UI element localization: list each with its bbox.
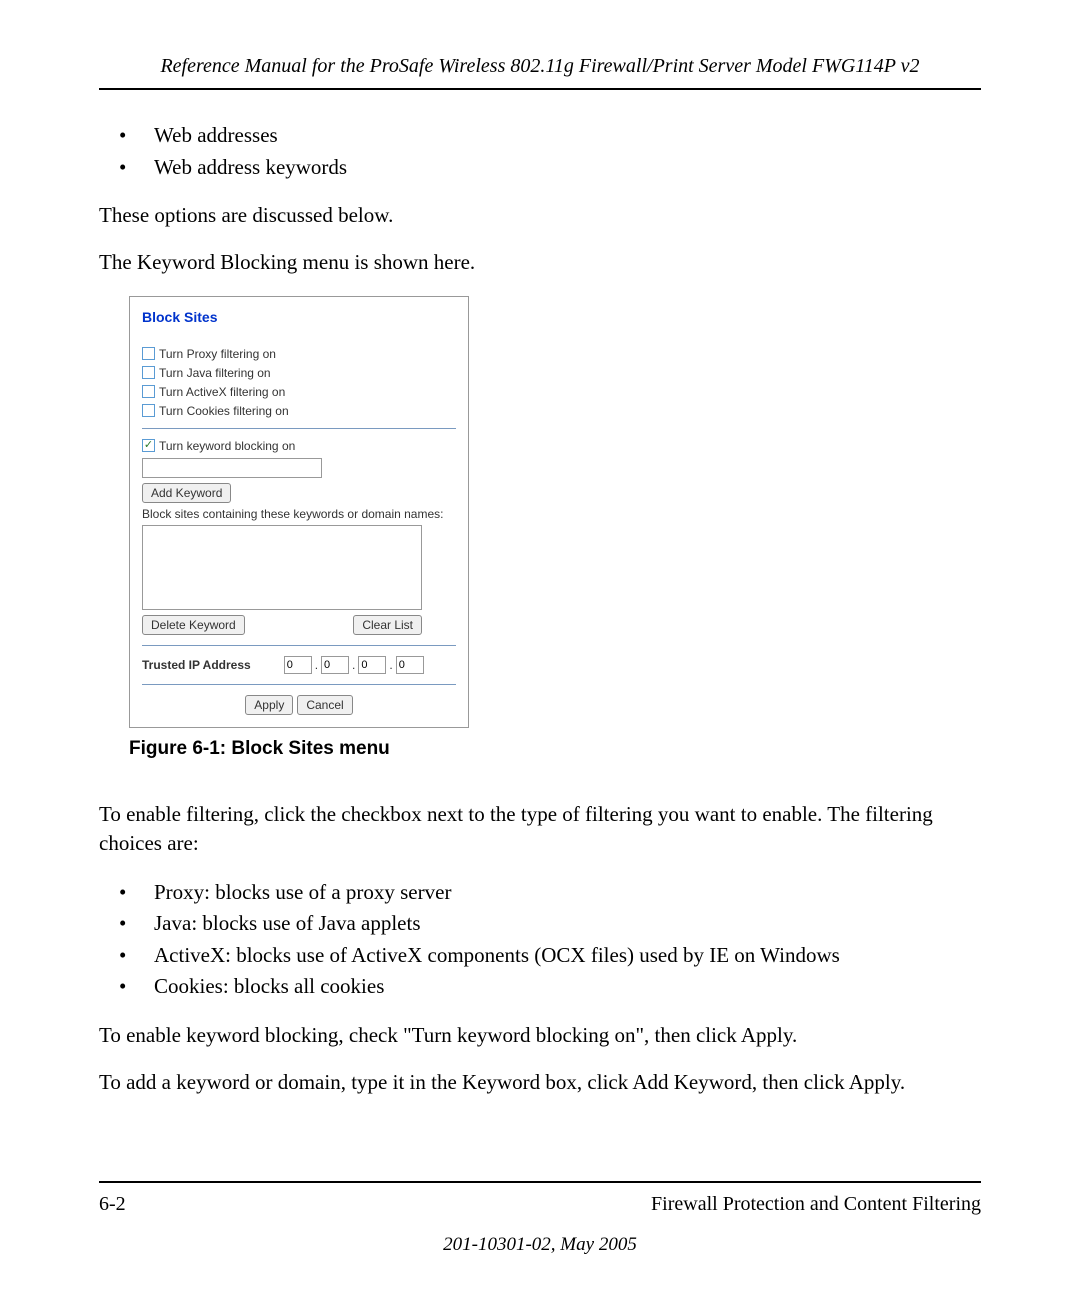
trusted-ip-label: Trusted IP Address	[142, 658, 251, 672]
delete-keyword-button[interactable]: Delete Keyword	[142, 615, 245, 635]
body-paragraph: The Keyword Blocking menu is shown here.	[99, 248, 981, 277]
list-item: Web address keywords	[134, 152, 981, 184]
ip-dot: .	[315, 658, 318, 672]
body-paragraph: To add a keyword or domain, type it in t…	[99, 1068, 981, 1097]
list-item: Java: blocks use of Java applets	[134, 908, 981, 940]
page-footer: 6-2 Firewall Protection and Content Filt…	[99, 1181, 981, 1256]
list-item: Proxy: blocks use of a proxy server	[134, 877, 981, 909]
section-divider	[142, 645, 456, 646]
keyword-blocking-checkbox[interactable]	[142, 439, 155, 452]
list-item: Web addresses	[134, 120, 981, 152]
section-divider	[142, 684, 456, 685]
screenshot-title: Block Sites	[142, 309, 456, 325]
checkbox-label: Turn Cookies filtering on	[159, 404, 289, 418]
filtering-choices-list: Proxy: blocks use of a proxy server Java…	[134, 877, 981, 1003]
java-filtering-checkbox[interactable]	[142, 366, 155, 379]
checkbox-label: Turn Proxy filtering on	[159, 347, 276, 361]
section-divider	[142, 428, 456, 429]
ip-dot: .	[352, 658, 355, 672]
checkbox-label: Turn Java filtering on	[159, 366, 271, 380]
list-item: ActiveX: blocks use of ActiveX component…	[134, 940, 981, 972]
ip-dot: .	[389, 658, 392, 672]
checkbox-label: Turn keyword blocking on	[159, 439, 295, 453]
ip-octet-1[interactable]	[284, 656, 312, 674]
add-keyword-button[interactable]: Add Keyword	[142, 483, 231, 503]
keyword-listbox[interactable]	[142, 525, 422, 610]
block-sites-label: Block sites containing these keywords or…	[142, 507, 456, 521]
clear-list-button[interactable]: Clear List	[353, 615, 422, 635]
ip-octet-4[interactable]	[396, 656, 424, 674]
keyword-input[interactable]	[142, 458, 322, 478]
activex-filtering-checkbox[interactable]	[142, 385, 155, 398]
ip-octet-3[interactable]	[358, 656, 386, 674]
cookies-filtering-checkbox[interactable]	[142, 404, 155, 417]
cancel-button[interactable]: Cancel	[297, 695, 352, 715]
body-paragraph: To enable keyword blocking, check "Turn …	[99, 1021, 981, 1050]
apply-button[interactable]: Apply	[245, 695, 293, 715]
ip-octet-2[interactable]	[321, 656, 349, 674]
page-number: 6-2	[99, 1193, 126, 1216]
block-sites-screenshot: Block Sites Turn Proxy filtering on Turn…	[129, 296, 469, 728]
figure-caption: Figure 6-1: Block Sites menu	[129, 738, 981, 760]
proxy-filtering-checkbox[interactable]	[142, 347, 155, 360]
body-paragraph: These options are discussed below.	[99, 201, 981, 230]
footer-rule	[99, 1181, 981, 1183]
page-header-title: Reference Manual for the ProSafe Wireles…	[99, 55, 981, 78]
body-paragraph: To enable filtering, click the checkbox …	[99, 800, 981, 859]
header-rule	[99, 88, 981, 90]
section-name: Firewall Protection and Content Filterin…	[651, 1193, 981, 1216]
intro-bullet-list: Web addresses Web address keywords	[134, 120, 981, 183]
footer-date: 201-10301-02, May 2005	[99, 1234, 981, 1256]
list-item: Cookies: blocks all cookies	[134, 971, 981, 1003]
checkbox-label: Turn ActiveX filtering on	[159, 385, 285, 399]
